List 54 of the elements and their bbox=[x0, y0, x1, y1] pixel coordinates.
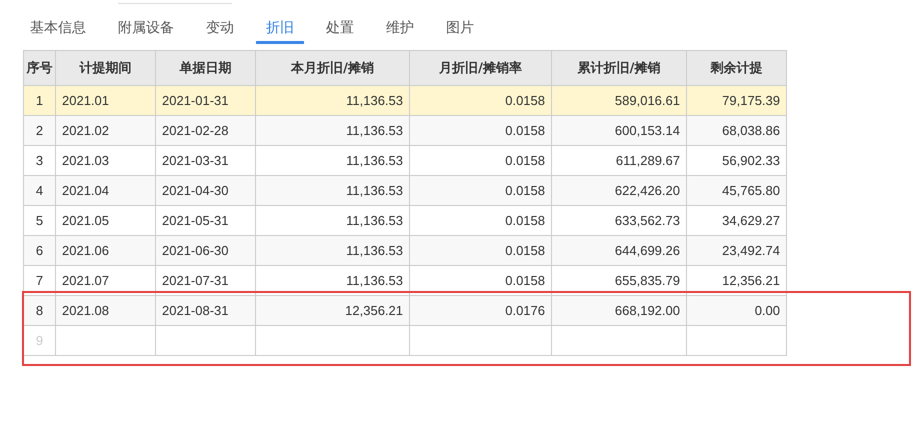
column-header: 累计折旧/摊销 bbox=[552, 50, 686, 86]
table-cell: 600,153.14 bbox=[552, 116, 686, 146]
table-cell: 12,356.21 bbox=[256, 296, 410, 326]
tab[interactable]: 变动 bbox=[196, 16, 244, 44]
table-cell: 0.0158 bbox=[410, 86, 552, 116]
table-row[interactable]: 1 2021.01 2021-01-31 11,136.53 0.0158 589,016.61 79,175.39 bbox=[24, 86, 786, 116]
table-cell: 2021.04 bbox=[56, 176, 156, 206]
column-header: 单据日期 bbox=[156, 50, 256, 86]
column-header: 月折旧/摊销率 bbox=[410, 50, 552, 86]
column-header: 本月折旧/摊销 bbox=[256, 50, 410, 86]
table-cell: 79,175.39 bbox=[686, 86, 786, 116]
table-cell: 2021.06 bbox=[56, 236, 156, 266]
table-cell: 11,136.53 bbox=[256, 236, 410, 266]
table-cell: 644,699.26 bbox=[552, 236, 686, 266]
tab[interactable]: 基本信息 bbox=[20, 16, 96, 44]
row-number: 4 bbox=[24, 176, 56, 206]
column-header: 序号 bbox=[24, 50, 56, 86]
table-cell: 2021.08 bbox=[56, 296, 156, 326]
table-row[interactable]: 4 2021.04 2021-04-30 11,136.53 0.0158 622,426.20 45,765.80 bbox=[24, 176, 786, 206]
table-cell: 2021.02 bbox=[56, 116, 156, 146]
tab[interactable]: 附属设备 bbox=[108, 16, 184, 44]
table-cell: 11,136.53 bbox=[256, 86, 410, 116]
table-cell: 0.0176 bbox=[410, 296, 552, 326]
row-number: 6 bbox=[24, 236, 56, 266]
table-cell: 0.0158 bbox=[410, 116, 552, 146]
table-cell: 23,492.74 bbox=[686, 236, 786, 266]
table-cell: 668,192.00 bbox=[552, 296, 686, 326]
column-header: 剩余计提 bbox=[686, 50, 786, 86]
table-cell: 2021.01 bbox=[56, 86, 156, 116]
row-number: 2 bbox=[24, 116, 56, 146]
table-row[interactable]: 8 2021.08 2021-08-31 12,356.21 0.0176 668,192.00 0.00 bbox=[24, 296, 786, 326]
row-number: 8 bbox=[24, 296, 56, 326]
table-cell: 0.0158 bbox=[410, 176, 552, 206]
tab[interactable]: 折旧 bbox=[256, 16, 304, 44]
table-cell: 11,136.53 bbox=[256, 116, 410, 146]
table-cell: 0.00 bbox=[686, 296, 786, 326]
table-cell: 589,016.61 bbox=[552, 86, 686, 116]
column-header: 计提期间 bbox=[56, 50, 156, 86]
table-row[interactable]: 2 2021.02 2021-02-28 11,136.53 0.0158 600,153.14 68,038.86 bbox=[24, 116, 786, 146]
tab[interactable]: 维护 bbox=[376, 16, 424, 44]
table-cell: 2021-04-30 bbox=[156, 176, 256, 206]
table-cell: 11,136.53 bbox=[256, 176, 410, 206]
table-row[interactable]: 6 2021.06 2021-06-30 11,136.53 0.0158 644,699.26 23,492.74 bbox=[24, 236, 786, 266]
table-cell: 2021-01-31 bbox=[156, 86, 256, 116]
table-cell: 2021-06-30 bbox=[156, 236, 256, 266]
table-cell: 0.0158 bbox=[410, 236, 552, 266]
table-cell: 2021-02-28 bbox=[156, 116, 256, 146]
table-cell: 68,038.86 bbox=[686, 116, 786, 146]
table-cell: 2021-08-31 bbox=[156, 296, 256, 326]
table-cell: 622,426.20 bbox=[552, 176, 686, 206]
tab[interactable]: 图片 bbox=[436, 16, 484, 44]
tab[interactable]: 处置 bbox=[316, 16, 364, 44]
row-number: 1 bbox=[24, 86, 56, 116]
table-cell: 45,765.80 bbox=[686, 176, 786, 206]
